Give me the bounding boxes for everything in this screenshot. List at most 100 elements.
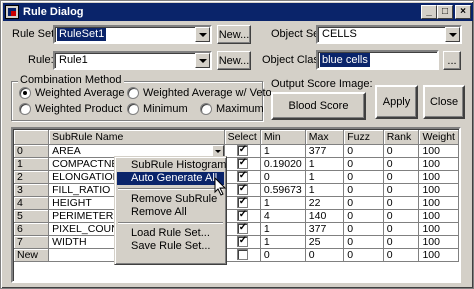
menu-item-remove-all[interactable]: Remove All — [117, 206, 224, 219]
minimize-button[interactable]: _ — [421, 5, 437, 19]
fuzz-cell[interactable]: 0 — [343, 196, 384, 210]
radio-maximum[interactable]: Maximum — [200, 103, 264, 115]
column-header[interactable]: Min — [260, 130, 306, 145]
row-header[interactable]: 4 — [14, 196, 50, 210]
weight-cell[interactable]: 100 — [418, 196, 459, 210]
weight-cell[interactable]: 100 — [418, 209, 459, 223]
select-checkbox[interactable] — [236, 157, 248, 169]
fuzz-cell[interactable]: 0 — [343, 209, 384, 223]
min-cell[interactable]: 1 — [260, 235, 306, 249]
row-header[interactable]: 0 — [14, 144, 50, 158]
radio-weighted-average[interactable]: Weighted Average — [19, 87, 125, 99]
table-row[interactable]: 2ELONGATION0100100 — [14, 170, 459, 184]
max-cell[interactable]: 22 — [305, 196, 345, 210]
select-checkbox[interactable] — [236, 249, 248, 260]
rank-cell[interactable]: 0 — [383, 222, 420, 236]
fuzz-cell[interactable]: 0 — [343, 157, 384, 171]
table-row[interactable]: 6PIXEL_COUNT137700100 — [14, 222, 459, 236]
row-header[interactable]: 2 — [14, 170, 50, 184]
select-checkbox[interactable] — [236, 196, 248, 208]
menu-item-load-rule-set[interactable]: Load Rule Set... — [117, 227, 224, 240]
object-class-browse-button[interactable]: ... — [443, 51, 461, 70]
table-row[interactable]: 5PERIMETER414000100 — [14, 209, 459, 223]
min-cell[interactable]: 0 — [260, 170, 306, 184]
title-bar[interactable]: Rule Dialog _ □ × — [3, 3, 473, 21]
select-checkbox[interactable] — [236, 235, 248, 247]
select-cell[interactable] — [224, 209, 261, 223]
column-header[interactable]: Weight — [418, 130, 459, 145]
max-cell[interactable]: 25 — [305, 235, 345, 249]
chevron-down-icon[interactable] — [195, 27, 210, 42]
radio-weighted-product[interactable]: Weighted Product — [19, 103, 122, 115]
select-checkbox[interactable] — [236, 209, 248, 221]
row-header[interactable]: 5 — [14, 209, 50, 223]
row-header[interactable]: 3 — [14, 183, 50, 197]
apply-button[interactable]: Apply — [375, 85, 418, 119]
fuzz-cell[interactable]: 0 — [343, 222, 384, 236]
table-row[interactable]: New 0 0 0 0 100 — [14, 248, 459, 262]
table-row[interactable]: 4HEIGHT12200100 — [14, 196, 459, 210]
rank-cell[interactable]: 0 — [383, 196, 420, 210]
weight-cell[interactable]: 100 — [418, 235, 459, 249]
max-cell[interactable]: 377 — [305, 222, 345, 236]
row-header[interactable]: New — [14, 248, 50, 262]
select-cell[interactable] — [224, 222, 261, 236]
rule-set-new-button[interactable]: New... — [217, 25, 251, 44]
object-class-field[interactable]: blue cells — [316, 50, 439, 70]
radio-minimum[interactable]: Minimum — [127, 103, 188, 115]
maximize-button[interactable]: □ — [437, 5, 453, 19]
min-cell[interactable]: 0.59673 — [260, 183, 306, 197]
max-cell[interactable]: 1 — [305, 157, 345, 171]
select-cell[interactable] — [224, 144, 261, 158]
min-cell[interactable]: 1 — [260, 222, 306, 236]
select-cell[interactable] — [224, 157, 261, 171]
rank-cell[interactable]: 0 — [383, 209, 420, 223]
rank-cell[interactable]: 0 — [383, 157, 420, 171]
min-cell[interactable]: 4 — [260, 209, 306, 223]
max-cell[interactable]: 1 — [305, 183, 345, 197]
rank-cell[interactable]: 0 — [383, 183, 420, 197]
row-header[interactable]: 7 — [14, 235, 50, 249]
select-cell[interactable] — [224, 235, 261, 249]
column-header[interactable]: SubRule Name — [48, 130, 225, 145]
radio-weighted-average-veto[interactable]: Weighted Average w/ Veto — [127, 87, 272, 99]
column-header[interactable]: Rank — [383, 130, 420, 145]
blood-score-button[interactable]: Blood Score — [271, 92, 366, 120]
rank-cell[interactable]: 0 — [383, 144, 420, 158]
weight-cell[interactable]: 100 — [418, 170, 459, 184]
select-cell[interactable] — [224, 248, 261, 262]
max-cell[interactable]: 377 — [305, 144, 345, 158]
rank-cell[interactable]: 0 — [383, 235, 420, 249]
rule-combo[interactable]: Rule1 — [53, 51, 212, 70]
table-row[interactable]: 7WIDTH12500100 — [14, 235, 459, 249]
row-header[interactable]: 1 — [14, 157, 50, 171]
object-set-combo[interactable]: CELLS — [316, 25, 462, 44]
min-cell[interactable]: 0.19020 — [260, 157, 306, 171]
rank-cell[interactable]: 0 — [383, 248, 420, 262]
menu-item-auto-generate-all[interactable]: Auto Generate All — [117, 172, 224, 185]
table-row[interactable]: 0AREA137700100 — [14, 144, 459, 158]
max-cell[interactable]: 1 — [305, 170, 345, 184]
fuzz-cell[interactable]: 0 — [343, 235, 384, 249]
max-cell[interactable]: 140 — [305, 209, 345, 223]
weight-cell[interactable]: 100 — [418, 222, 459, 236]
rank-cell[interactable]: 0 — [383, 170, 420, 184]
chevron-down-icon[interactable] — [445, 27, 460, 42]
rule-new-button[interactable]: New... — [217, 51, 251, 70]
column-header[interactable]: Max — [305, 130, 345, 145]
fuzz-cell[interactable]: 0 — [343, 170, 384, 184]
weight-cell[interactable]: 100 — [418, 183, 459, 197]
menu-item-subrule-histogram[interactable]: SubRule Histogram — [117, 159, 226, 172]
weight-cell[interactable]: 100 — [418, 248, 459, 262]
min-cell[interactable]: 1 — [260, 144, 306, 158]
menu-item-remove-subrule[interactable]: Remove SubRule — [117, 193, 224, 206]
select-checkbox[interactable] — [236, 170, 248, 182]
select-cell[interactable] — [224, 170, 261, 184]
fuzz-cell[interactable]: 0 — [343, 183, 384, 197]
fuzz-cell[interactable]: 0 — [343, 248, 384, 262]
row-header[interactable]: 6 — [14, 222, 50, 236]
table-row[interactable]: 3FILL_RATIO0.59673100100 — [14, 183, 459, 197]
column-header[interactable]: Fuzz — [343, 130, 384, 145]
fuzz-cell[interactable]: 0 — [343, 144, 384, 158]
menu-item-save-rule-set[interactable]: Save Rule Set... — [117, 240, 224, 253]
